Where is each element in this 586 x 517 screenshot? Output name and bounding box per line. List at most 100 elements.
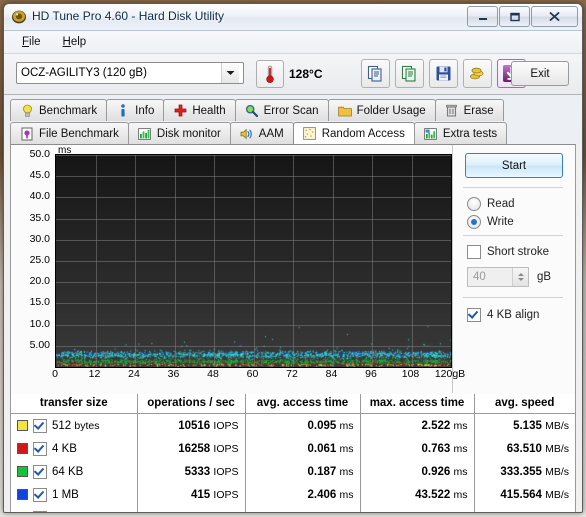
cell-transfer-size[interactable]: 4 KB: [11, 437, 138, 460]
radio-read[interactable]: Read: [467, 197, 515, 211]
tab-health[interactable]: Health: [163, 99, 236, 121]
tab-error-scan[interactable]: Error Scan: [234, 99, 329, 121]
hdd-icon: [11, 9, 27, 25]
temperature-readout: 128°C: [289, 67, 323, 81]
tab-aam[interactable]: AAM: [229, 122, 294, 144]
grid-line-vertical: [214, 155, 215, 367]
maximize-button[interactable]: [499, 6, 530, 27]
series-color-swatch: [17, 443, 28, 454]
tab-folder-usage[interactable]: Folder Usage: [327, 99, 436, 121]
tab-file-benchmark[interactable]: File Benchmark: [10, 122, 129, 144]
radio-write-indicator[interactable]: [467, 215, 481, 229]
grid-line-vertical: [253, 155, 255, 367]
tab-info[interactable]: Info: [106, 99, 165, 121]
x-tick-label: 48: [207, 368, 219, 380]
series-color-swatch: [17, 420, 28, 431]
cell-avg-speed-value: 63.510: [506, 442, 546, 455]
bar-chart-icon: [138, 127, 152, 141]
info-icon: [116, 103, 130, 118]
tab-file-benchmark-label: File Benchmark: [39, 127, 119, 140]
random-access-chart: ms 5.00 10.0 15.0 20.0 25.0 30.0 35.0 40.0 45.0 5…: [11, 145, 466, 393]
cell-operations-sec-value: 10516: [178, 419, 214, 432]
cell-avg-access-time-unit: ms: [339, 442, 354, 455]
col-max-access-time: max. access time: [360, 394, 475, 414]
align-checkbox-indicator[interactable]: [467, 308, 481, 322]
results-table-wrap: transfer size operations / sec avg. acce…: [11, 394, 575, 512]
radio-write[interactable]: Write: [467, 215, 514, 229]
short-stroke-checkbox-indicator[interactable]: [467, 245, 481, 259]
cell-avg-access-time-value: 0.095: [307, 419, 340, 432]
tab-row-2: File Benchmark Disk monitor AAM Random A…: [10, 122, 576, 144]
radio-read-indicator[interactable]: [467, 197, 481, 211]
tab-benchmark-label: Benchmark: [39, 104, 98, 117]
table-row[interactable]: 1 MB 415 IOPS 2.406 ms 43.522 ms 415.564 MB/…: [11, 483, 575, 506]
cell-max-access-time-value: 43.522: [415, 488, 454, 501]
series-visibility-checkbox[interactable]: [33, 487, 47, 502]
align-label: 4 KB align: [487, 309, 540, 321]
series-visibility-checkbox[interactable]: [33, 441, 47, 456]
stepper-up-icon[interactable]: [517, 273, 524, 276]
toolbar-buttons: [361, 59, 526, 88]
x-tick-label: 36: [167, 368, 180, 380]
align-checkbox[interactable]: 4 KB align: [467, 308, 539, 322]
application-window: HD Tune Pro 4.60 - Hard Disk Utility Fil…: [3, 3, 583, 513]
cell-avg-access-time-value: 0.187: [307, 465, 340, 478]
cell-avg-speed-unit: MB/s: [545, 488, 569, 501]
cell-avg-access-time: 0.187 ms: [245, 460, 361, 483]
trash-icon: [445, 104, 459, 118]
menu-help[interactable]: Help: [53, 33, 97, 51]
minimize-button[interactable]: [467, 6, 498, 27]
col-avg-speed: avg. speed: [474, 394, 575, 414]
table-row[interactable]: 512 bytes 10516 IOPS 0.095 ms 2.522 ms 5.135…: [11, 413, 575, 437]
cell-avg-speed-value: 5.135: [513, 419, 546, 432]
short-stroke-stepper[interactable]: [512, 268, 528, 286]
plot-area: [55, 154, 452, 368]
menu-help-label: elp: [70, 36, 87, 48]
tab-disk-monitor[interactable]: Disk monitor: [127, 122, 231, 144]
save-button[interactable]: [429, 59, 458, 88]
short-stroke-checkbox[interactable]: Short stroke: [467, 245, 549, 259]
short-stroke-unit-label: gB: [537, 271, 552, 283]
drive-select[interactable]: OCZ-AGILITY3 (120 gB): [16, 62, 244, 84]
table-row[interactable]: 4 KB 16258 IOPS 0.061 ms 0.763 ms 63.510 MB/…: [11, 437, 575, 460]
extra-tests-icon: [424, 127, 438, 141]
stepper-down-icon[interactable]: [517, 278, 524, 281]
series-visibility-checkbox[interactable]: [33, 510, 47, 512]
short-stroke-size-input[interactable]: 40: [467, 267, 529, 287]
x-axis-ticks: 0 12 24 36 48 60 72 84 96 108 120gB: [11, 368, 465, 384]
copy-to-excel-button[interactable]: [395, 59, 424, 88]
cell-avg-access-time-value: 0.061: [307, 442, 340, 455]
donate-button[interactable]: [463, 59, 492, 88]
chevron-down-icon[interactable]: [221, 63, 239, 83]
copy-to-clipboard-button[interactable]: [361, 59, 390, 88]
series-visibility-checkbox[interactable]: [33, 418, 47, 433]
tab-random-access[interactable]: Random Access: [292, 122, 415, 144]
tab-erase[interactable]: Erase: [434, 99, 504, 121]
magnifier-icon: [245, 104, 259, 118]
cell-transfer-size[interactable]: Random: [11, 506, 138, 512]
tab-benchmark[interactable]: Benchmark: [10, 99, 108, 121]
x-tick-label: 0: [52, 368, 58, 380]
cell-max-access-time: 40.731 ms: [360, 506, 475, 512]
tab-extra-tests[interactable]: Extra tests: [413, 122, 508, 144]
cell-avg-speed: 415.564 MB/s: [474, 483, 575, 506]
cell-avg-speed-unit: MB/s: [545, 512, 569, 513]
close-button[interactable]: [531, 6, 578, 27]
table-header-row: transfer size operations / sec avg. acce…: [11, 394, 575, 414]
lightbulb-icon: [20, 104, 34, 118]
cell-operations-sec-value: 415: [191, 488, 214, 501]
table-row[interactable]: 64 KB 5333 IOPS 0.187 ms 0.926 ms 333.355 MB…: [11, 460, 575, 483]
cell-transfer-size[interactable]: 512 bytes: [11, 413, 138, 437]
cell-operations-sec-unit: IOPS: [213, 442, 239, 455]
table-row[interactable]: Random644 IOPS1.552 ms40.731 ms326.784 M…: [11, 506, 575, 513]
y-tick-label: 20.0: [29, 275, 50, 288]
exit-button[interactable]: Exit: [511, 61, 569, 86]
cell-transfer-size[interactable]: 1 MB: [11, 483, 138, 506]
start-button[interactable]: Start: [465, 153, 563, 178]
series-color-swatch: [17, 489, 28, 500]
cell-max-access-time-unit: ms: [453, 442, 468, 455]
menu-file[interactable]: File: [12, 33, 51, 51]
cell-avg-access-time-value: 1.552: [308, 512, 340, 513]
cell-transfer-size[interactable]: 64 KB: [11, 460, 138, 483]
series-visibility-checkbox[interactable]: [33, 464, 47, 479]
